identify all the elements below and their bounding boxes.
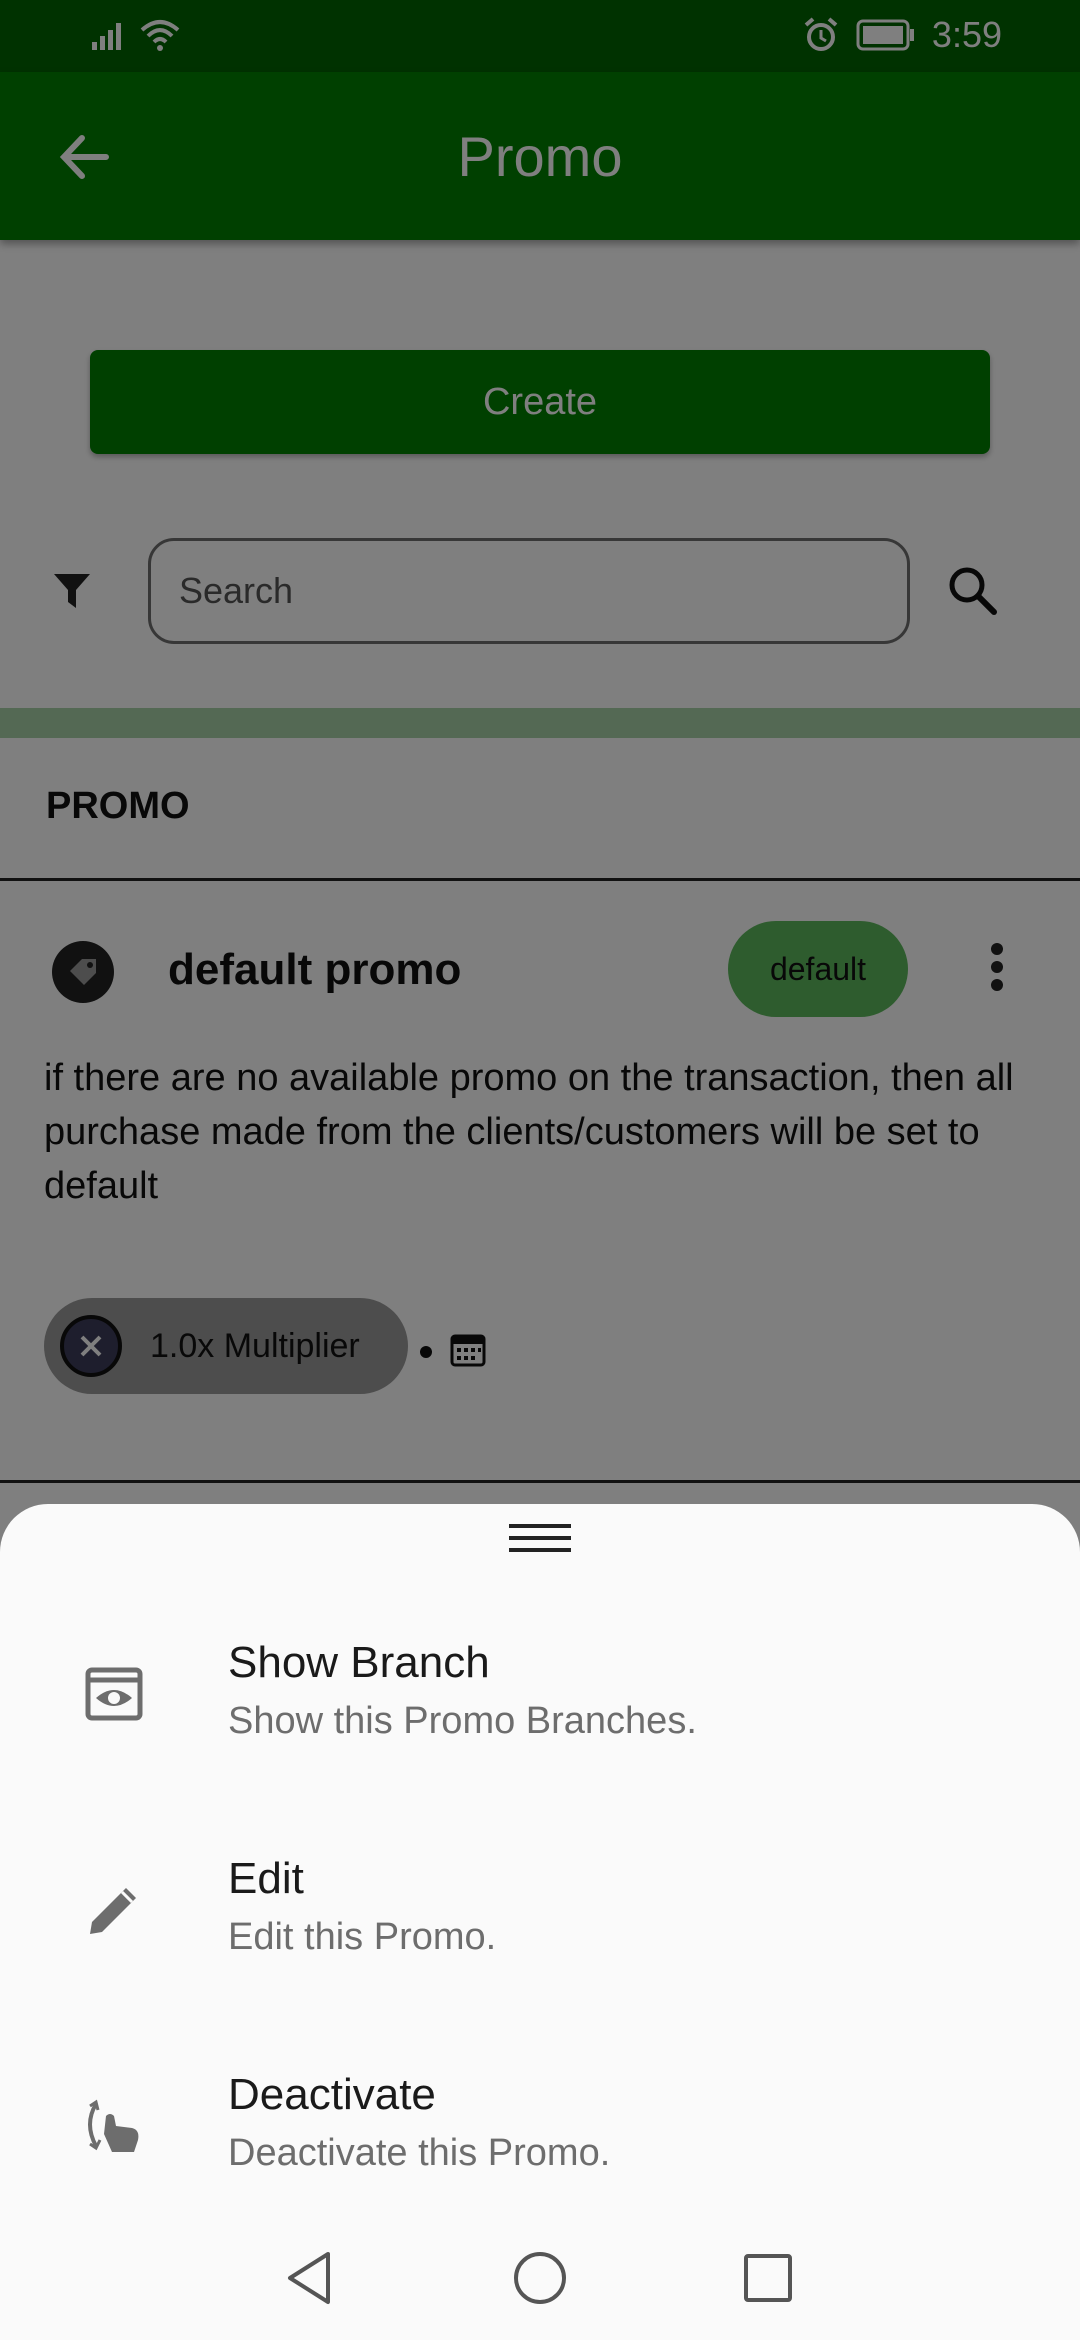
- home-circle-icon[interactable]: [510, 2248, 570, 2308]
- recents-square-icon[interactable]: [738, 2248, 798, 2308]
- sheet-item-edit[interactable]: Edit Edit this Promo.: [0, 1830, 1080, 2030]
- swipe-hand-icon: [88, 2099, 139, 2152]
- sheet-item-title: Deactivate: [228, 2070, 436, 2119]
- sheet-item-subtitle: Show this Promo Branches.: [228, 1700, 697, 1742]
- sheet-item-show-branch[interactable]: Show Branch Show this Promo Branches.: [0, 1614, 1080, 1814]
- back-triangle-icon[interactable]: [280, 2248, 340, 2308]
- sheet-item-subtitle: Edit this Promo.: [228, 1916, 497, 1958]
- pencil-icon: [90, 1888, 136, 1934]
- drag-handle-icon[interactable]: [509, 1524, 571, 1560]
- sheet-item-title: Edit: [228, 1854, 304, 1903]
- eye-icon: [85, 1667, 143, 1721]
- system-nav-bar: [0, 2214, 1080, 2340]
- sheet-item-title: Show Branch: [228, 1638, 490, 1687]
- sheet-item-subtitle: Deactivate this Promo.: [228, 2132, 611, 2174]
